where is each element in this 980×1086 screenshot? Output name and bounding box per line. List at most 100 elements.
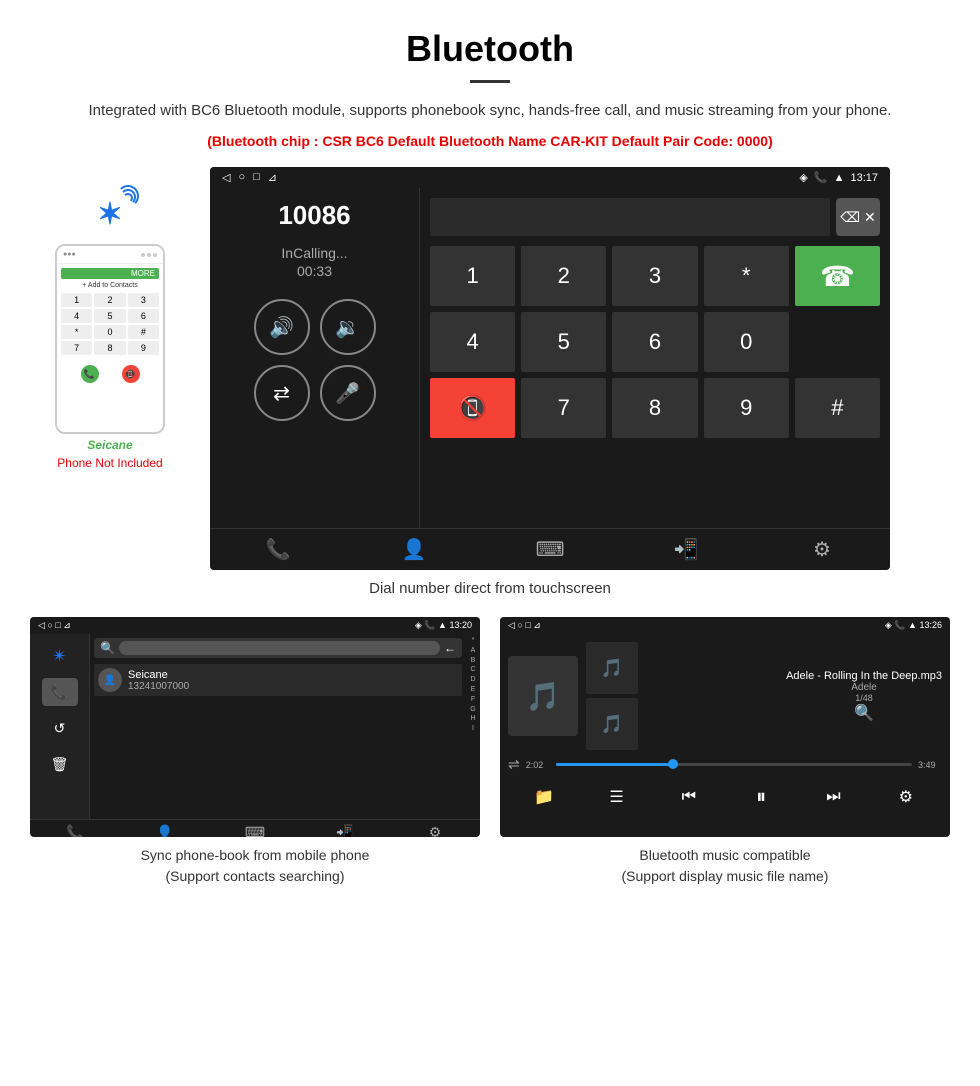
seicane-watermark: Seicane bbox=[87, 438, 132, 452]
pb-alpha-f[interactable]: F bbox=[471, 695, 475, 705]
progress-bar[interactable] bbox=[556, 763, 912, 766]
pb-nav-phone-icon[interactable]: 📞 bbox=[42, 678, 78, 706]
mic-button[interactable]: 🎤 bbox=[320, 365, 376, 421]
phone-key-7: 7 bbox=[61, 341, 92, 355]
key-5[interactable]: 5 bbox=[521, 312, 606, 372]
car-status-bar: ◁ ○ □ ⊿ ◈ 📞 ▲ 13:17 bbox=[210, 167, 890, 188]
key-star[interactable]: * bbox=[704, 246, 789, 306]
transfer-button[interactable]: ⇄ bbox=[254, 365, 310, 421]
pb-alpha-e[interactable]: E bbox=[471, 685, 476, 695]
pb-alpha-c[interactable]: C bbox=[470, 665, 475, 675]
pb-alpha-b[interactable]: B bbox=[471, 656, 476, 666]
music-note-icon: 🎵 bbox=[526, 680, 561, 713]
phone-key-6: 6 bbox=[128, 309, 159, 323]
album-mini-note-2: 🎵 bbox=[601, 714, 623, 735]
phone-end-button: 📵 bbox=[122, 365, 140, 383]
nav-transfer-icon[interactable]: 📲 bbox=[618, 537, 754, 562]
phone-key-hash: # bbox=[128, 325, 159, 339]
pb-nav-trash-icon[interactable]: 🗑 bbox=[42, 750, 78, 778]
nav-call-icon[interactable]: 📞 bbox=[210, 537, 346, 562]
pb-nav-btn-call[interactable]: 📞 bbox=[30, 824, 120, 837]
car-status-left: ◁ ○ □ ⊿ bbox=[222, 171, 277, 184]
key-6[interactable]: 6 bbox=[612, 312, 697, 372]
pb-alpha-star[interactable]: * bbox=[472, 636, 475, 646]
pb-alpha-g[interactable]: G bbox=[470, 705, 475, 715]
car-keypad-area: ⌫ ✕ 1 2 3 * ☎ 4 5 6 0 📵 7 8 9 # bbox=[420, 188, 890, 528]
nav-contacts-icon[interactable]: 👤 bbox=[346, 537, 482, 562]
album-mini-1: 🎵 bbox=[586, 642, 638, 694]
music-title: Adele - Rolling In the Deep.mp3 bbox=[786, 670, 942, 682]
music-list-btn[interactable]: ☰ bbox=[602, 783, 630, 811]
pb-nav-btn-settings[interactable]: ⚙ bbox=[390, 824, 480, 837]
car-left-panel: 10086 InCalling... 00:33 🔊 🔉 ⇄ 🎤 bbox=[210, 188, 420, 528]
key-4[interactable]: 4 bbox=[430, 312, 515, 372]
dot1 bbox=[141, 253, 145, 257]
page-title: Bluetooth bbox=[60, 28, 920, 70]
album-mini-note-1: 🎵 bbox=[601, 658, 623, 679]
keypad-input-field[interactable] bbox=[430, 198, 830, 236]
pb-alpha-i[interactable]: I bbox=[472, 724, 474, 734]
pb-contact-number: 13241007000 bbox=[128, 681, 458, 692]
pb-nav-btn-contacts[interactable]: 👤 bbox=[120, 824, 210, 837]
key-7[interactable]: 7 bbox=[521, 378, 606, 438]
music-search-icon[interactable]: 🔍 bbox=[854, 705, 874, 722]
nav-keypad-icon[interactable]: ⌨ bbox=[482, 537, 618, 562]
album-list: 🎵 🎵 bbox=[586, 642, 778, 750]
call-end-button[interactable]: 📵 bbox=[430, 378, 515, 438]
volume-up-button[interactable]: 🔊 bbox=[254, 299, 310, 355]
car-unit-screen: ◁ ○ □ ⊿ ◈ 📞 ▲ 13:17 10086 InCalling... 0… bbox=[210, 167, 890, 570]
pb-alpha-h[interactable]: H bbox=[470, 714, 475, 724]
music-info: Adele - Rolling In the Deep.mp3 Adele 1/… bbox=[786, 670, 942, 723]
keypad-grid: 1 2 3 * ☎ 4 5 6 0 📵 7 8 9 # bbox=[430, 246, 880, 438]
pb-alpha-d[interactable]: D bbox=[470, 675, 475, 685]
phone-call-buttons: 📞 📵 bbox=[61, 361, 159, 387]
download-icon: ⊿ bbox=[268, 171, 277, 184]
pb-nav-btn-transfer[interactable]: 📲 bbox=[300, 824, 390, 837]
pb-main: 🔍 ← 👤 Seicane 13241007000 bbox=[90, 634, 466, 819]
pb-search-row: 🔍 ← bbox=[94, 638, 462, 658]
key-2[interactable]: 2 bbox=[521, 246, 606, 306]
pb-search-bar[interactable] bbox=[119, 641, 440, 655]
pb-status-right: ◈ 📞 ▲ 13:20 bbox=[415, 620, 472, 631]
keypad-backspace-button[interactable]: ⌫ ✕ bbox=[836, 198, 880, 236]
home-icon: ○ bbox=[238, 171, 245, 184]
key-hash[interactable]: # bbox=[795, 378, 880, 438]
music-tune-btn[interactable]: ⚙ bbox=[892, 783, 920, 811]
music-progress: 2:02 3:49 bbox=[526, 760, 942, 770]
music-content: 🎵 🎵 🎵 Adele - Rolling In the Deep.mp3 Ad… bbox=[500, 634, 950, 819]
pb-alpha-a[interactable]: A bbox=[471, 646, 476, 656]
phone-key-2: 2 bbox=[94, 293, 125, 307]
music-screenshot: ◁ ○ □ ⊿ ◈ 📞 ▲ 13:26 🎵 🎵 🎵 bbox=[500, 617, 950, 887]
pb-contact-item[interactable]: 👤 Seicane 13241007000 bbox=[94, 664, 462, 696]
nav-settings-icon[interactable]: ⚙ bbox=[754, 537, 890, 562]
volume-down-button[interactable]: 🔉 bbox=[320, 299, 376, 355]
music-screen: ◁ ○ □ ⊿ ◈ 📞 ▲ 13:26 🎵 🎵 🎵 bbox=[500, 617, 950, 837]
keypad-input-row: ⌫ ✕ bbox=[430, 198, 880, 236]
progress-thumb[interactable] bbox=[668, 759, 678, 769]
pb-contact-info: Seicane 13241007000 bbox=[128, 669, 458, 692]
key-8[interactable]: 8 bbox=[612, 378, 697, 438]
key-3[interactable]: 3 bbox=[612, 246, 697, 306]
shuffle-icon[interactable]: ⇌ bbox=[508, 756, 520, 773]
key-1[interactable]: 1 bbox=[430, 246, 515, 306]
location-icon: ◈ bbox=[799, 171, 807, 184]
key-9[interactable]: 9 bbox=[704, 378, 789, 438]
music-next-btn[interactable]: ⏭ bbox=[819, 783, 847, 811]
demo-section: ✶ ●●● MORE + Add to Contacts 1 bbox=[0, 167, 980, 570]
phone-not-included-label: Phone Not Included bbox=[57, 456, 162, 470]
music-play-btn[interactable]: ⏸ bbox=[747, 783, 775, 811]
pb-content: ✴ 📞 ↺ 🗑 🔍 ← 👤 Seicane bbox=[30, 634, 480, 819]
pb-nav-refresh-icon[interactable]: ↺ bbox=[42, 714, 78, 742]
key-0[interactable]: 0 bbox=[704, 312, 789, 372]
header-description: Integrated with BC6 Bluetooth module, su… bbox=[60, 99, 920, 123]
music-folder-btn[interactable]: 📁 bbox=[530, 783, 558, 811]
music-prev-btn[interactable]: ⏮ bbox=[675, 783, 703, 811]
phone-dial-grid: 1 2 3 4 5 6 * 0 # 7 8 9 bbox=[61, 293, 159, 355]
music-status-left: ◁ ○ □ ⊿ bbox=[508, 620, 541, 631]
call-answer-button[interactable]: ☎ bbox=[795, 246, 880, 306]
phone-signal-icon: 📞 bbox=[814, 171, 828, 184]
square-icon: □ bbox=[253, 171, 260, 184]
phone-key-4: 4 bbox=[61, 309, 92, 323]
pb-nav-btn-keypad[interactable]: ⌨ bbox=[210, 824, 300, 837]
pb-nav-bluetooth-icon[interactable]: ✴ bbox=[42, 642, 78, 670]
